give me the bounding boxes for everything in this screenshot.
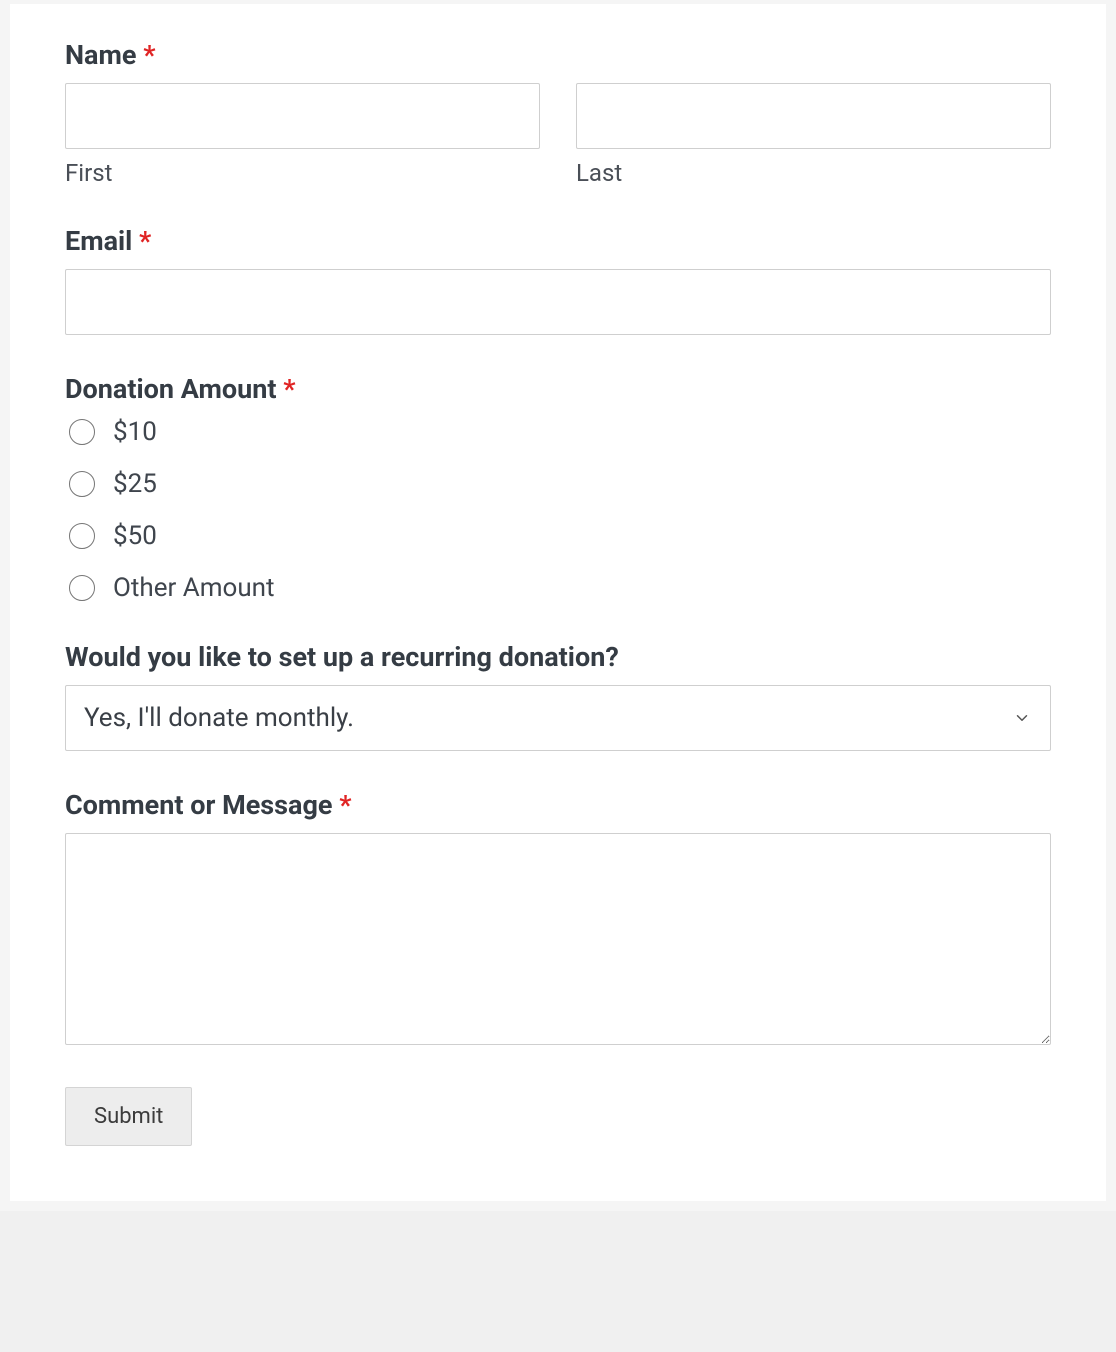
- name-label-text: Name: [65, 39, 136, 71]
- last-name-sublabel: Last: [576, 159, 1051, 187]
- page-background: Name * First Last Email *: [0, 0, 1116, 1211]
- donation-option-25: $25: [65, 469, 1051, 499]
- donation-radio-label[interactable]: $50: [113, 521, 157, 551]
- donation-radio-label[interactable]: $25: [113, 469, 157, 499]
- donation-option-10: $10: [65, 417, 1051, 447]
- comment-label: Comment or Message *: [65, 789, 1051, 821]
- name-row: First Last: [65, 83, 1051, 187]
- donation-field-group: Donation Amount * $10 $25 $50 O: [65, 373, 1051, 603]
- email-label-text: Email: [65, 225, 132, 257]
- comment-field-group: Comment or Message *: [65, 789, 1051, 1049]
- donation-radio-list: $10 $25 $50 Other Amount: [65, 417, 1051, 603]
- name-label: Name *: [65, 39, 1051, 71]
- donation-option-50: $50: [65, 521, 1051, 551]
- required-mark: *: [339, 789, 351, 821]
- form-card: Name * First Last Email *: [10, 4, 1106, 1201]
- email-input[interactable]: [65, 269, 1051, 335]
- email-field-group: Email *: [65, 225, 1051, 335]
- required-mark: *: [283, 373, 295, 405]
- recurring-label: Would you like to set up a recurring don…: [65, 641, 1051, 673]
- first-name-sublabel: First: [65, 159, 540, 187]
- donation-radio-label[interactable]: $10: [113, 417, 157, 447]
- email-label: Email *: [65, 225, 1051, 257]
- name-field-group: Name * First Last: [65, 39, 1051, 187]
- donation-label: Donation Amount *: [65, 373, 1051, 405]
- last-name-input[interactable]: [576, 83, 1051, 149]
- submit-button[interactable]: Submit: [65, 1087, 192, 1146]
- recurring-select-wrap: Yes, I'll donate monthly.: [65, 685, 1051, 751]
- donation-option-other: Other Amount: [65, 573, 1051, 603]
- required-mark: *: [143, 39, 155, 71]
- recurring-select[interactable]: Yes, I'll donate monthly.: [65, 685, 1051, 751]
- comment-label-text: Comment or Message: [65, 789, 333, 821]
- first-name-input[interactable]: [65, 83, 540, 149]
- comment-textarea[interactable]: [65, 833, 1051, 1045]
- donation-radio-25[interactable]: [69, 471, 95, 497]
- required-mark: *: [139, 225, 151, 257]
- donation-radio-10[interactable]: [69, 419, 95, 445]
- donation-radio-50[interactable]: [69, 523, 95, 549]
- first-name-col: First: [65, 83, 540, 187]
- last-name-col: Last: [576, 83, 1051, 187]
- recurring-field-group: Would you like to set up a recurring don…: [65, 641, 1051, 751]
- donation-radio-other[interactable]: [69, 575, 95, 601]
- donation-label-text: Donation Amount: [65, 373, 276, 405]
- donation-radio-label[interactable]: Other Amount: [113, 573, 275, 603]
